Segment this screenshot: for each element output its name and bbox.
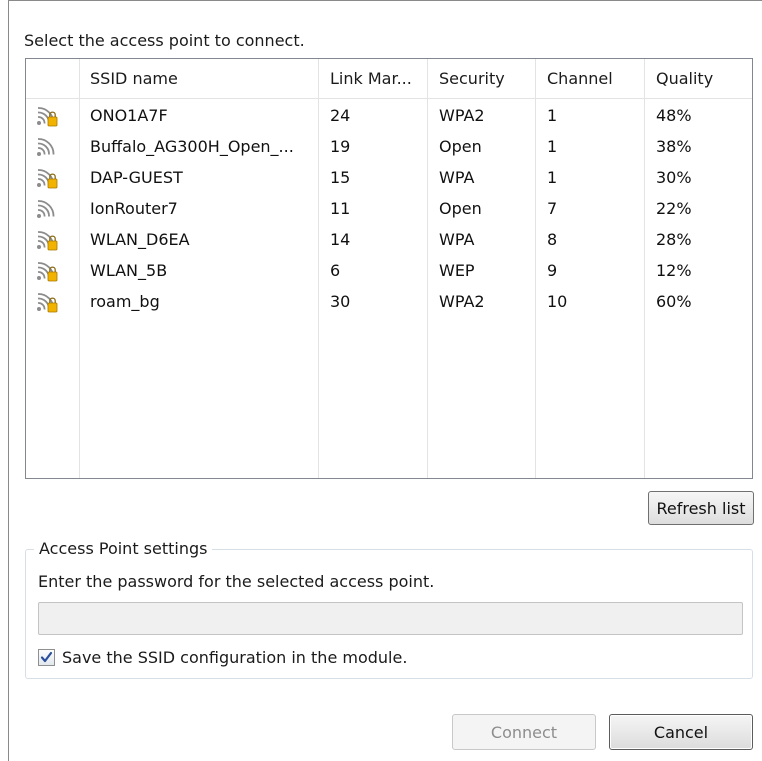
group-title: Access Point settings — [34, 539, 213, 558]
cell-ssid: ONO1A7F — [90, 106, 168, 125]
list-row[interactable]: IonRouter7 11 Open 7 22% — [26, 194, 752, 225]
checkmark-icon — [40, 651, 53, 663]
column-header-channel[interactable]: Channel — [547, 69, 613, 88]
cell-ssid: WLAN_5B — [90, 261, 168, 280]
cell-link-margin: 15 — [330, 168, 351, 187]
list-row[interactable]: DAP-GUEST 15 WPA 1 30% — [26, 163, 752, 194]
cell-security: Open — [439, 137, 482, 156]
cell-security: WPA — [439, 168, 475, 187]
wifi-lock-icon — [36, 169, 58, 189]
column-header-ssid[interactable]: SSID name — [90, 69, 178, 88]
cell-security: WPA2 — [439, 292, 485, 311]
cell-link-margin: 14 — [330, 230, 351, 249]
cancel-button[interactable]: Cancel — [609, 714, 753, 750]
cell-channel: 8 — [547, 230, 558, 249]
cell-channel: 1 — [547, 106, 558, 125]
wifi-lock-icon — [36, 262, 58, 282]
cell-ssid: WLAN_D6EA — [90, 230, 190, 249]
cell-security: WEP — [439, 261, 475, 280]
cell-link-margin: 6 — [330, 261, 341, 280]
list-row[interactable]: Buffalo_AG300H_Open_... 19 Open 1 38% — [26, 132, 752, 163]
cell-ssid: IonRouter7 — [90, 199, 178, 218]
column-header-link-margin[interactable]: Link Mar... — [330, 69, 412, 88]
cell-channel: 10 — [547, 292, 568, 311]
cell-quality: 48% — [656, 106, 692, 125]
cell-security: WPA2 — [439, 106, 485, 125]
password-instruction: Enter the password for the selected acce… — [38, 572, 435, 591]
access-point-list[interactable]: SSID name Link Mar... Security Channel Q… — [25, 58, 753, 479]
cell-link-margin: 19 — [330, 137, 351, 156]
cell-channel: 1 — [547, 137, 558, 156]
wifi-icon — [36, 200, 58, 220]
cell-quality: 30% — [656, 168, 692, 187]
column-header-security[interactable]: Security — [439, 69, 505, 88]
wifi-lock-icon — [36, 231, 58, 251]
list-row[interactable]: WLAN_5B 6 WEP 9 12% — [26, 256, 752, 287]
connect-button[interactable]: Connect — [452, 714, 596, 750]
list-row[interactable]: ONO1A7F 24 WPA2 1 48% — [26, 101, 752, 132]
cell-quality: 22% — [656, 199, 692, 218]
cell-quality: 12% — [656, 261, 692, 280]
list-row[interactable]: WLAN_D6EA 14 WPA 8 28% — [26, 225, 752, 256]
cell-quality: 28% — [656, 230, 692, 249]
cell-channel: 7 — [547, 199, 558, 218]
access-point-settings-group: Access Point settings Enter the password… — [25, 539, 753, 679]
save-ssid-checkbox[interactable] — [38, 649, 55, 666]
cell-ssid: DAP-GUEST — [90, 168, 183, 187]
cell-quality: 60% — [656, 292, 692, 311]
cell-ssid: Buffalo_AG300H_Open_... — [90, 137, 294, 156]
wifi-icon — [36, 138, 58, 158]
refresh-list-button[interactable]: Refresh list — [648, 491, 754, 525]
cell-security: Open — [439, 199, 482, 218]
list-row[interactable]: roam_bg 30 WPA2 10 60% — [26, 287, 752, 318]
cell-channel: 9 — [547, 261, 558, 280]
save-ssid-label[interactable]: Save the SSID configuration in the modul… — [62, 648, 407, 667]
wifi-lock-icon — [36, 107, 58, 127]
cell-link-margin: 30 — [330, 292, 351, 311]
cell-security: WPA — [439, 230, 475, 249]
cell-link-margin: 24 — [330, 106, 351, 125]
cell-link-margin: 11 — [330, 199, 351, 218]
cell-quality: 38% — [656, 137, 692, 156]
cell-channel: 1 — [547, 168, 558, 187]
wifi-lock-icon — [36, 293, 58, 313]
cell-ssid: roam_bg — [90, 292, 160, 311]
connect-dialog: Select the access point to connect. SSID… — [8, 0, 762, 761]
password-input[interactable] — [38, 602, 743, 635]
column-header-quality[interactable]: Quality — [656, 69, 713, 88]
prompt-text: Select the access point to connect. — [24, 31, 305, 50]
